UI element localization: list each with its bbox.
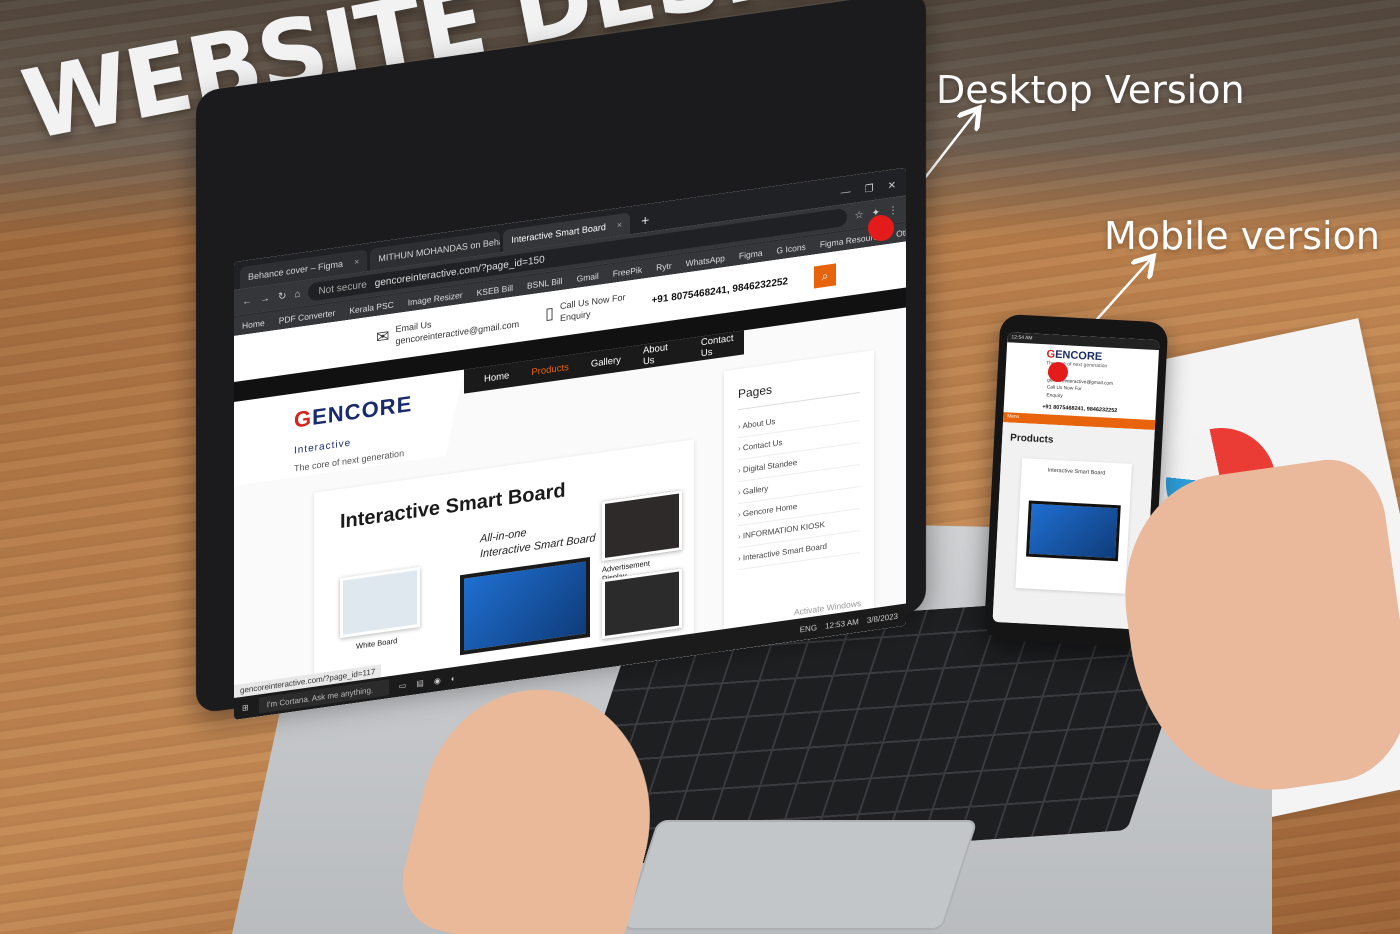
bookmark-item[interactable]: KSEB Bill bbox=[477, 282, 513, 297]
back-icon[interactable]: ← bbox=[242, 295, 252, 307]
phone-number[interactable]: +91 8075468241, 9846232252 bbox=[651, 276, 788, 306]
bookmark-item[interactable]: BSNL Bill bbox=[527, 275, 563, 290]
star-icon[interactable]: ☆ bbox=[855, 209, 864, 221]
search-button[interactable]: ⌕ bbox=[814, 263, 836, 289]
phone-card-title: Interactive Smart Board bbox=[1047, 467, 1106, 477]
clock-date[interactable]: 3/8/2023 bbox=[867, 611, 898, 624]
edge-icon[interactable]: ◐ bbox=[451, 673, 456, 683]
menu-item-gallery[interactable]: Gallery bbox=[591, 354, 621, 369]
bookmark-item[interactable]: Rytr bbox=[656, 260, 672, 272]
laptop-screen: Behance cover – Figma × MITHUN MOHANDAS o… bbox=[234, 167, 906, 720]
menu-dots-icon[interactable]: ⋮ bbox=[888, 204, 898, 216]
highlight-marker bbox=[1048, 362, 1068, 382]
menu-item-contact[interactable]: Contact Us bbox=[701, 331, 744, 360]
bookmark-item[interactable]: Kerala PSC bbox=[349, 299, 393, 315]
bookmark-item[interactable]: WhatsApp bbox=[686, 253, 725, 269]
search-icon: ⌕ bbox=[821, 267, 829, 283]
mail-icon: ✉ bbox=[376, 327, 390, 347]
phone-card-image bbox=[1025, 500, 1121, 562]
close-window-icon[interactable]: ✕ bbox=[888, 180, 896, 192]
bookmark-item[interactable]: Home bbox=[242, 317, 265, 330]
speaker-image bbox=[602, 568, 682, 640]
close-icon[interactable]: × bbox=[617, 219, 622, 230]
task-view-icon[interactable]: ▭ bbox=[399, 680, 407, 690]
home-icon[interactable]: ⌂ bbox=[294, 288, 300, 300]
laptop-trackpad[interactable] bbox=[622, 820, 978, 930]
windows-start-icon[interactable]: ⊞ bbox=[242, 702, 249, 712]
phone-section-title: Products bbox=[1009, 432, 1054, 446]
maximize-icon[interactable]: ❐ bbox=[865, 183, 874, 195]
other-bookmarks[interactable]: Other bookmarks bbox=[896, 219, 906, 238]
close-icon[interactable]: × bbox=[354, 256, 359, 267]
annotation-mobile: Mobile version bbox=[1104, 214, 1380, 258]
whiteboard-image bbox=[340, 566, 420, 639]
chrome-icon[interactable]: ◉ bbox=[434, 675, 441, 685]
not-secure-label: Not secure bbox=[318, 278, 367, 297]
phone-contact-info: Email Us gencoreinteractive@gmail.com Ca… bbox=[1004, 364, 1158, 405]
clock-time[interactable]: 12:53 AM bbox=[825, 617, 859, 631]
phone-product-card[interactable]: Interactive Smart Board bbox=[1015, 457, 1132, 594]
promo-caption: All-in-one Interactive Smart Board bbox=[480, 516, 596, 563]
bookmark-item[interactable]: G Icons bbox=[777, 241, 806, 255]
bookmark-item[interactable]: Figma bbox=[739, 247, 763, 260]
smart-board-image bbox=[460, 556, 590, 656]
forward-icon[interactable]: → bbox=[260, 292, 270, 304]
folder-icon[interactable]: ▤ bbox=[416, 678, 424, 688]
bookmark-item[interactable]: Gmail bbox=[577, 270, 599, 283]
logo-text: ENCORE bbox=[312, 390, 413, 431]
menu-item-products[interactable]: Products bbox=[531, 361, 569, 377]
mobile-phone-icon: ▯ bbox=[545, 304, 554, 323]
reload-icon[interactable]: ↻ bbox=[278, 290, 286, 302]
logo-g-mark: G bbox=[294, 405, 313, 433]
logo-sub: Interactive bbox=[294, 437, 352, 457]
minimize-icon[interactable]: — bbox=[841, 186, 851, 198]
bookmark-item[interactable]: FreePik bbox=[613, 264, 642, 278]
highlight-marker bbox=[868, 215, 894, 241]
menu-item-home[interactable]: Home bbox=[484, 370, 509, 385]
language-indicator[interactable]: ENG bbox=[800, 623, 817, 634]
white-board-label: White Board bbox=[356, 636, 398, 651]
ad-display-image bbox=[602, 490, 682, 562]
new-tab-button[interactable]: + bbox=[633, 211, 657, 234]
annotation-desktop: Desktop Version bbox=[936, 68, 1245, 112]
menu-item-about[interactable]: About Us bbox=[643, 340, 679, 367]
call-contact[interactable]: ▯ Call Us Now For Enquiry bbox=[545, 292, 625, 327]
